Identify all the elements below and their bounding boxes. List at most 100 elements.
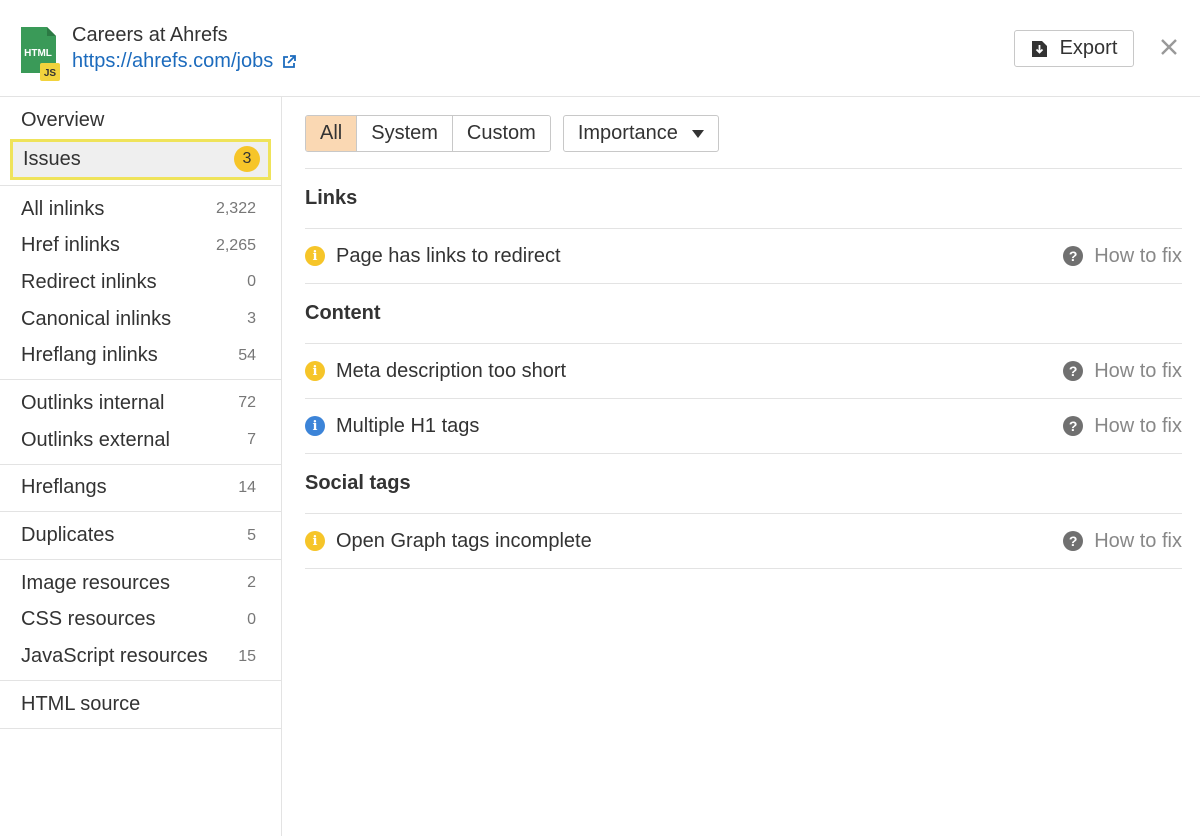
section-title-social-tags: Social tags: [305, 454, 1182, 514]
issue-sections: Links i Page has links to redirect? How to …: [305, 169, 1182, 569]
sidebar-item-label: JavaScript resources: [21, 645, 208, 668]
issue-row[interactable]: i Meta description too short? How to fix: [305, 344, 1182, 399]
sidebar-group: Image resources 2 CSS resources 0 JavaScript…: [0, 560, 281, 681]
sidebar-item-href-inlinks[interactable]: Href inlinks 2,265: [0, 227, 281, 264]
sidebar-group: Outlinks internal 72 Outlinks external 7: [0, 380, 281, 465]
sidebar-item-label: Canonical inlinks: [21, 307, 172, 330]
tab-system[interactable]: System: [357, 116, 453, 151]
header: HTML JS Careers at Ahrefs https://ahrefs…: [0, 0, 1200, 97]
sidebar-item-label: Overview: [21, 108, 105, 131]
how-to-fix-label: How to fix: [1094, 359, 1182, 382]
sidebar-item-all-inlinks[interactable]: All inlinks 2,322: [0, 191, 281, 228]
sidebar-item-duplicates[interactable]: Duplicates 5: [0, 517, 281, 554]
close-button[interactable]: [1156, 34, 1182, 60]
how-to-fix-label: How to fix: [1094, 244, 1182, 267]
section-title-links: Links: [305, 169, 1182, 229]
how-to-fix-link[interactable]: ? How to fix: [1063, 360, 1182, 383]
page-url-link[interactable]: https://ahrefs.com/jobs: [72, 50, 297, 73]
sidebar-item-javascript-resources[interactable]: JavaScript resources 15: [0, 638, 281, 675]
sidebar-item-label: Href inlinks: [21, 234, 120, 257]
sidebar-group: Duplicates 5: [0, 512, 281, 560]
how-to-fix-link[interactable]: ? How to fix: [1063, 245, 1182, 268]
sidebar-item-count: 7: [247, 431, 256, 449]
sidebar-item-hreflangs[interactable]: Hreflangs 14: [0, 470, 281, 507]
warning-info-icon: i: [305, 361, 325, 381]
importance-label: Importance: [577, 122, 678, 144]
export-button[interactable]: Export: [1014, 30, 1134, 67]
sidebar-item-image-resources[interactable]: Image resources 2: [0, 565, 281, 602]
issue-label: Meta description too short: [336, 359, 567, 382]
issue-info: i Multiple H1 tags: [305, 415, 479, 438]
how-to-fix-label: How to fix: [1094, 414, 1182, 437]
sidebar-item-label: Image resources: [21, 571, 170, 594]
issue-label: Open Graph tags incomplete: [336, 529, 592, 552]
caret-down-icon: [691, 129, 704, 138]
how-to-fix-label: How to fix: [1094, 529, 1182, 552]
sidebar-item-label: CSS resources: [21, 608, 156, 631]
issue-info: i Meta description too short: [305, 360, 566, 383]
issue-row[interactable]: i Multiple H1 tags? How to fix: [305, 399, 1182, 454]
section-title-content: Content: [305, 284, 1182, 344]
page-title: Careers at Ahrefs: [72, 24, 228, 46]
sidebar-group: Hreflangs 14: [0, 465, 281, 513]
sidebar-item-count: 0: [247, 273, 256, 291]
issue-row[interactable]: i Page has links to redirect? How to fix: [305, 229, 1182, 284]
sidebar-item-count: 54: [238, 346, 256, 364]
sidebar-item-outlinks-external[interactable]: Outlinks external 7: [0, 422, 281, 459]
sidebar-item-issues[interactable]: Issues 3: [10, 138, 271, 180]
sidebar-item-overview[interactable]: Overview: [0, 102, 281, 139]
sidebar-item-count: 2,322: [215, 200, 256, 218]
external-link-icon: [283, 54, 297, 68]
sidebar-item-canonical-inlinks[interactable]: Canonical inlinks 3: [0, 301, 281, 338]
sidebar-item-label: Outlinks internal: [21, 391, 165, 414]
sidebar-item-html-source[interactable]: HTML source: [0, 686, 281, 723]
question-icon: ?: [1063, 416, 1084, 436]
sidebar-item-label: Duplicates: [21, 524, 115, 547]
download-icon: [1031, 40, 1047, 57]
warning-info-icon: i: [305, 531, 325, 551]
question-icon: ?: [1063, 361, 1084, 381]
issue-info: i Open Graph tags incomplete: [305, 530, 592, 553]
sidebar-item-count: 15: [238, 647, 256, 665]
sidebar-item-redirect-inlinks[interactable]: Redirect inlinks 0: [0, 264, 281, 301]
sidebar-item-label: Hreflangs: [21, 476, 107, 499]
file-html-icon: HTML JS: [21, 27, 60, 81]
issue-label: Page has links to redirect: [336, 244, 561, 267]
page-url-text: https://ahrefs.com/jobs: [72, 50, 274, 72]
issue-info: i Page has links to redirect: [305, 245, 561, 268]
sidebar-item-label: Hreflang inlinks: [21, 344, 158, 367]
sidebar-item-count: 2,265: [215, 236, 256, 254]
close-icon: [1161, 39, 1177, 55]
sidebar-item-count: 3: [247, 310, 256, 328]
notice-info-icon: i: [305, 416, 325, 436]
sidebar-item-count: 72: [238, 394, 256, 412]
sidebar-item-label: Outlinks external: [21, 428, 170, 451]
issue-row[interactable]: i Open Graph tags incomplete? How to fix: [305, 514, 1182, 569]
file-icon-label: HTML: [24, 48, 52, 59]
issue-label: Multiple H1 tags: [336, 414, 480, 437]
how-to-fix-link[interactable]: ? How to fix: [1063, 415, 1182, 438]
filter-toolbar: All System Custom Importance: [305, 97, 1182, 169]
sidebar: Overview Issues 3 All inlinks 2,322 Href inli…: [0, 97, 282, 836]
tab-custom[interactable]: Custom: [452, 116, 550, 151]
issues-panel: All System Custom Importance Links i Page ha…: [305, 97, 1182, 569]
sidebar-item-css-resources[interactable]: CSS resources 0: [0, 602, 281, 639]
sidebar-item-label: Issues: [23, 147, 81, 170]
sidebar-item-label: Redirect inlinks: [21, 270, 157, 293]
how-to-fix-link[interactable]: ? How to fix: [1063, 530, 1182, 553]
warning-info-icon: i: [305, 246, 325, 266]
sidebar-item-hreflang-inlinks[interactable]: Hreflang inlinks 54: [0, 337, 281, 374]
sidebar-item-count: 2: [247, 574, 256, 592]
sidebar-item-count: 0: [247, 610, 256, 628]
sidebar-item-label: All inlinks: [21, 197, 105, 220]
file-icon-badge: JS: [44, 68, 57, 79]
importance-dropdown[interactable]: Importance: [562, 115, 719, 152]
issues-count-badge: 3: [234, 146, 260, 173]
sidebar-item-count: 5: [247, 526, 256, 544]
tab-all[interactable]: All: [306, 116, 358, 151]
sidebar-group: Overview Issues 3: [0, 97, 281, 186]
sidebar-item-outlinks-internal[interactable]: Outlinks internal 72: [0, 385, 281, 422]
sidebar-group: HTML source: [0, 681, 281, 729]
question-icon: ?: [1063, 246, 1084, 266]
question-icon: ?: [1063, 531, 1084, 551]
